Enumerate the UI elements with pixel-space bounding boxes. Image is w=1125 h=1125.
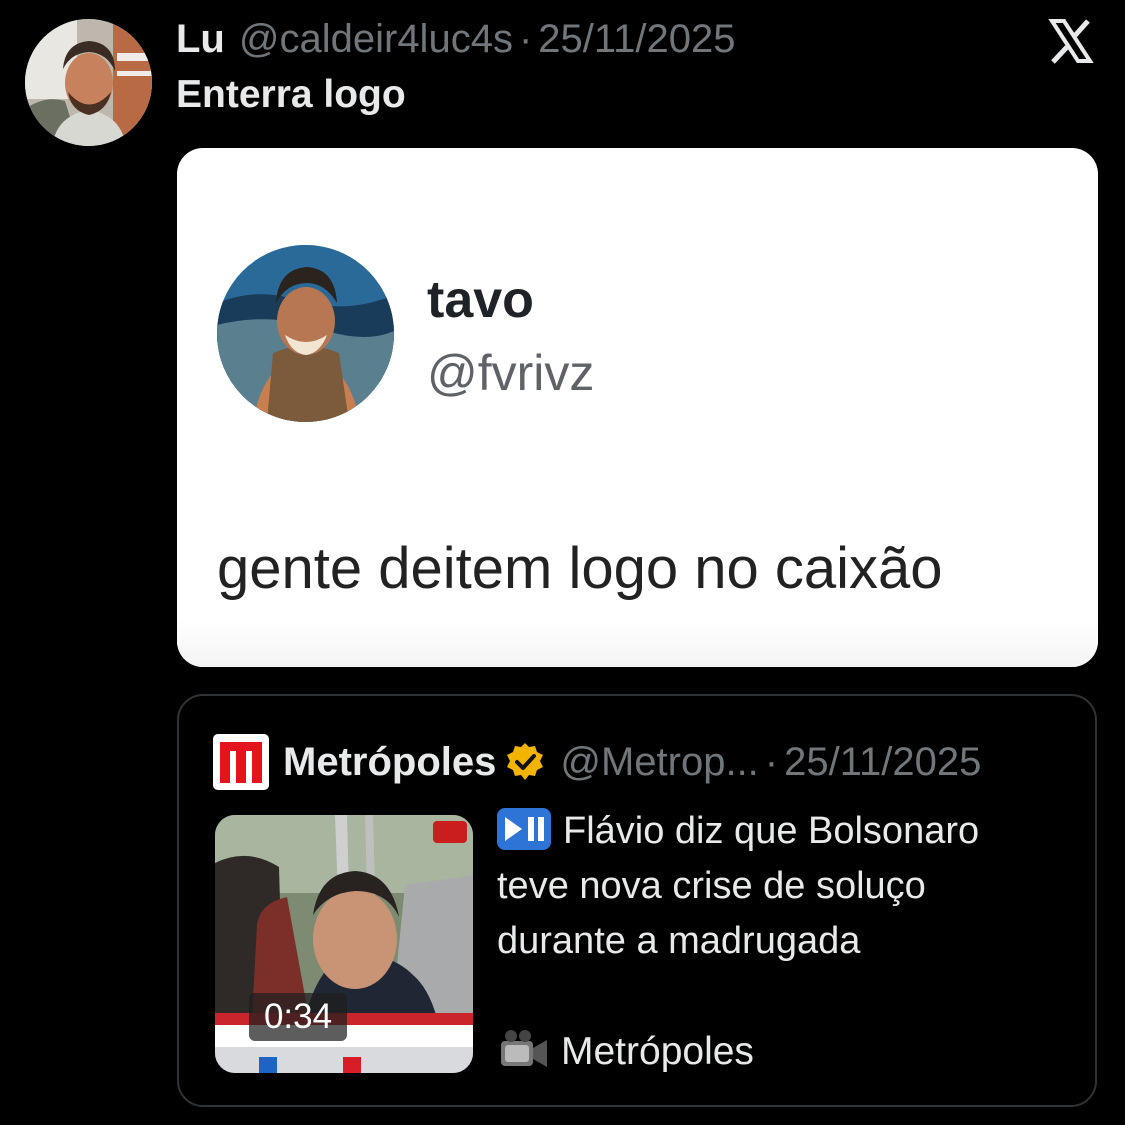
play-pause-emoji-icon [497,808,551,850]
video-camera-emoji-icon [501,1030,547,1067]
quoted-source-label: Metrópoles [561,1030,754,1073]
media-bottom-shade [177,619,1098,667]
metropoles-logo-icon [213,734,269,790]
media-author-name: tavo [427,271,534,329]
quoted-post-header: Metrópoles @Metrop... · 25/11/2025 [213,733,981,791]
post-avatar[interactable] [25,19,152,146]
post-date[interactable]: 25/11/2025 [538,16,735,62]
media-author-handle: @fvrivz [427,345,595,401]
post-header: Lu @caldeir4luc4s · 25/11/2025 [176,16,736,62]
quoted-post-date[interactable]: 25/11/2025 [784,740,981,785]
verified-badge-icon [507,743,544,780]
quoted-header-separator: · [764,739,779,784]
video-duration: 0:34 [249,993,347,1041]
author-name[interactable]: Lu [176,16,225,62]
quoted-source-line: Metrópoles [497,1024,754,1080]
media-card[interactable]: tavo @fvrivz gente deitem logo no caixão [177,148,1098,667]
media-avatar-photo [217,245,394,422]
quoted-source-handle[interactable]: @Metrop... [560,740,758,785]
post-text: Enterra logo [176,73,406,116]
quoted-post-text: Flávio diz que Bolsonaro teve nova crise… [497,804,1057,969]
quoted-post-card[interactable]: Metrópoles @Metrop... · 25/11/2025 0:34 … [177,694,1097,1107]
media-avatar [217,245,394,422]
quoted-post-text-content: Flávio diz que Bolsonaro teve nova crise… [497,810,980,962]
x-logo-icon [1048,19,1094,64]
author-handle[interactable]: @caldeir4luc4s [239,16,513,62]
video-thumbnail[interactable]: 0:34 [215,815,473,1073]
avatar-photo [25,19,152,146]
header-separator: · [518,17,533,61]
media-post-text: gente deitem logo no caixão [217,536,943,601]
quoted-source-name[interactable]: Metrópoles [283,740,496,785]
